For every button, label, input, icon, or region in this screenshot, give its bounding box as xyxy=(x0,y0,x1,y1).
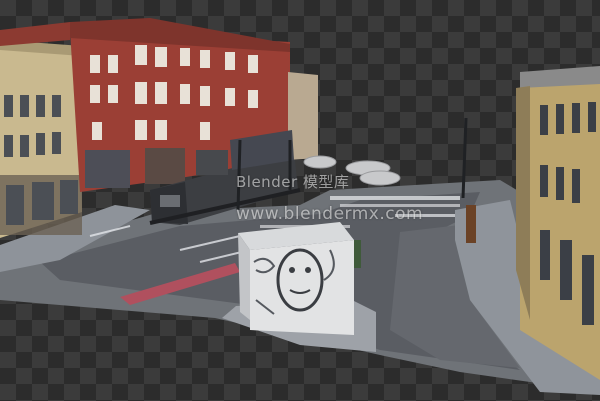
watermark-url: www.blendermx.com xyxy=(236,204,424,224)
utility-box xyxy=(466,205,476,243)
watermark-site-name: Blender 模型库 xyxy=(236,173,350,191)
city-street-scene xyxy=(0,18,600,395)
graffiti-block xyxy=(222,222,376,352)
left-building xyxy=(0,40,82,238)
render-viewport: Blender 模型库 www.blendermx.com xyxy=(0,0,600,401)
right-building xyxy=(516,66,600,380)
